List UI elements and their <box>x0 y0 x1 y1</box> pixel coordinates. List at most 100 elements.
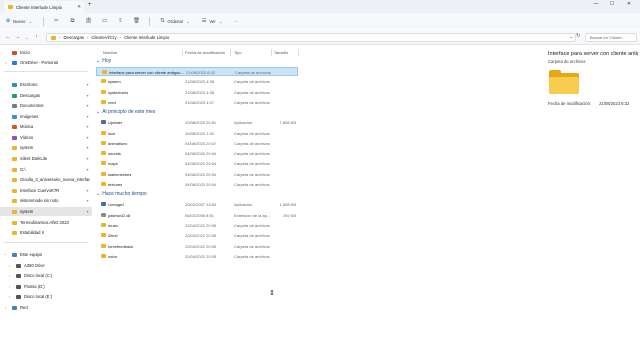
divider <box>4 242 88 243</box>
group-header[interactable]: ⌄ Al principio de este mes <box>96 109 155 115</box>
file-row[interactable]: cred 21/08/2023 4:37 Carpeta de archivos <box>96 98 298 107</box>
column-separator[interactable] <box>182 49 183 56</box>
share-icon[interactable]: ⇪ <box>117 18 123 24</box>
sidebar-item-red[interactable]: › Red <box>0 303 92 312</box>
maximize-button[interactable]: ☐ <box>606 1 618 7</box>
sort-button[interactable]: ⇅ Ordenar ⌄ <box>159 16 191 26</box>
sidebar-item-silent-darklite[interactable]: Silent DarkLite ✦ <box>0 154 92 163</box>
folder-icon <box>101 243 106 248</box>
refresh-icon[interactable]: ↻ <box>576 33 581 39</box>
sidebar-item-estabilidad[interactable]: Estabilidad II <box>0 228 92 237</box>
application-icon <box>101 202 106 207</box>
sidebar-item-interface-cuervoktr[interactable]: Interface CuervoKTR ✦ <box>0 186 92 195</box>
up-arrow-icon[interactable]: ↑ <box>35 34 38 40</box>
sidebar-item-descargas[interactable]: Descargas ✦ <box>0 91 92 100</box>
column-header-type[interactable]: Tipo <box>234 50 242 55</box>
group-label: Al principio de este mes <box>102 109 156 116</box>
sidebar-item-musica[interactable]: Música ✦ <box>0 122 92 131</box>
sidebar-item-label: Inicio <box>20 50 30 55</box>
sidebar-item-escritorio[interactable]: Escritorio ✦ <box>0 80 92 89</box>
file-name: music <box>108 222 119 228</box>
file-name: maps <box>108 161 118 167</box>
breadcrumb-item[interactable]: Descargas <box>63 35 84 40</box>
cut-icon[interactable]: ✂ <box>53 18 59 24</box>
delete-icon[interactable]: 🗑︎ <box>133 18 140 24</box>
group-header[interactable]: ⌄ Hoy <box>96 58 111 64</box>
new-tab-button[interactable]: + <box>88 2 92 8</box>
file-type: Carpeta de archivos <box>234 171 270 177</box>
chevron-down-icon[interactable]: ⌄ <box>96 191 100 197</box>
file-row[interactable]: lock 10/08/2023 1:32 Carpeta de archivos <box>96 129 298 138</box>
sidebar-item-onedrive[interactable]: › OneDrive - Personal <box>0 58 92 67</box>
chevron-down-icon: ⌄ <box>218 18 223 24</box>
file-row[interactable]: voice 22/04/2022 20:05 Carpeta de archivos <box>96 252 298 261</box>
sidebar-item-system-selected[interactable]: system ✦ <box>0 207 92 216</box>
file-row[interactable]: Updater 10/08/2023 20:51 Aplicación 7.898 K… <box>96 118 298 127</box>
sidebar-item-videos[interactable]: Vídeos ✦ <box>0 133 92 142</box>
file-row[interactable]: sounds 04/08/2023 20:04 Carpeta de archivo… <box>96 149 298 158</box>
back-arrow-icon[interactable]: ← <box>5 34 11 40</box>
forward-arrow-icon[interactable]: → <box>15 34 21 40</box>
more-options-button[interactable]: ··· <box>234 16 238 26</box>
chevron-right-icon[interactable]: › <box>9 284 10 289</box>
search-input[interactable]: Buscar en Cliente... <box>585 33 637 42</box>
file-type: Carpeta de archivos <box>234 253 270 259</box>
column-separator[interactable] <box>298 49 299 56</box>
file-row[interactable]: patchw32.dll 06/02/2006 8:51 Extensión de … <box>96 211 298 220</box>
chevron-right-icon[interactable]: › <box>9 263 10 268</box>
breadcrumb-item[interactable]: Cliente Interlude Limpio <box>124 35 169 40</box>
column-header-size[interactable]: Tamaño <box>274 50 288 55</box>
sidebar-item-sistemmode[interactable]: sistemmode sin noto ✦ <box>0 196 92 205</box>
column-separator[interactable] <box>271 49 272 56</box>
paste-icon[interactable]: 📋︎ <box>85 18 92 24</box>
column-header-name[interactable]: Nombre <box>103 50 117 55</box>
close-tab-icon[interactable]: ✕ <box>77 4 81 10</box>
view-button[interactable]: ☰ Ver ⌄ <box>201 16 223 26</box>
sidebar-item-gioulla[interactable]: Gioulla_3_aniversario_nueva_interface ✦ <box>0 175 92 184</box>
file-row[interactable]: staticmeshes 04/08/2023 20:04 Carpeta de a… <box>96 170 298 179</box>
sidebar-item-inicio[interactable]: Inicio <box>0 48 92 57</box>
chevron-right-icon[interactable]: › <box>9 294 10 299</box>
file-row[interactable]: system 21/08/2023 4:38 Carpeta de archivos <box>96 77 298 86</box>
file-row[interactable]: l2text 22/04/2022 20:05 Carpeta de archivo… <box>96 231 298 240</box>
chevron-down-icon[interactable]: ⌄ <box>96 109 100 115</box>
file-row[interactable]: systextures 21/08/2023 4:38 Carpeta de arc… <box>96 88 298 97</box>
address-bar[interactable]: › Descargas › ClienteVirCry › Cliente In… <box>46 33 576 42</box>
close-button[interactable]: ✕ <box>623 1 635 7</box>
sidebar-item-a380-drive[interactable]: › A380 Drive <box>0 261 92 270</box>
file-row[interactable]: forcefeedback 22/04/2022 20:05 Carpeta de … <box>96 242 298 251</box>
column-header-date[interactable]: Fecha de modificación <box>185 50 225 55</box>
copy-icon[interactable]: ⧉ <box>69 18 75 24</box>
address-dropdown-icon[interactable]: ⌄ <box>569 34 573 40</box>
window-tab[interactable]: Cliente Interlude Limpio ✕ <box>4 1 84 13</box>
new-button[interactable]: ⊕ Nuevo ⌄ <box>5 16 33 26</box>
recent-chevron-icon[interactable]: ⌄ <box>25 35 28 40</box>
column-separator[interactable] <box>230 49 231 56</box>
file-row[interactable]: Lineage2 20/02/2007 13:00 Aplicación 1.508 … <box>96 200 298 209</box>
rename-icon[interactable]: ▭ <box>101 18 107 24</box>
sidebar-item-imagenes[interactable]: Imágenes ✦ <box>0 112 92 121</box>
sidebar-item-termodinamica[interactable]: Termodinamica AÑO 2023 <box>0 218 92 227</box>
file-row[interactable]: animations 04/08/2023 20:07 Carpeta de arc… <box>96 139 298 148</box>
file-row[interactable]: Interface para server con cliente antigu… <box>96 67 298 76</box>
chevron-right-icon[interactable]: › <box>5 305 6 310</box>
chevron-down-icon[interactable]: ⌄ <box>96 58 100 64</box>
sidebar-item-flamia-d[interactable]: › Flamia (D:) <box>0 282 92 291</box>
file-type: Carpeta de archivos <box>234 89 270 95</box>
pin-icon: ✦ <box>86 114 89 119</box>
chevron-right-icon[interactable]: › <box>9 273 10 278</box>
minimize-button[interactable]: — <box>590 1 602 7</box>
sidebar-item-documentos[interactable]: Documentos ✦ <box>0 101 92 110</box>
breadcrumb-item[interactable]: ClienteVirCry <box>91 35 116 40</box>
chevron-down-icon[interactable]: › <box>3 254 8 255</box>
sidebar-item-este-equipo[interactable]: › Este equipo <box>0 250 92 259</box>
sidebar-item-g-drive[interactable]: G:\ ✦ <box>0 165 92 174</box>
sidebar-item-system[interactable]: system ✦ <box>0 143 92 152</box>
file-row[interactable]: music 22/04/2022 20:05 Carpeta de archivos <box>96 221 298 230</box>
file-row[interactable]: textures 04/08/2023 20:04 Carpeta de archi… <box>96 180 298 189</box>
file-row[interactable]: maps 04/08/2023 20:04 Carpeta de archivos <box>96 159 298 168</box>
group-header[interactable]: ⌄ Hace mucho tiempo <box>96 191 147 197</box>
sidebar-item-disco-e[interactable]: › Disco local (E:) <box>0 292 92 301</box>
chevron-right-icon[interactable]: › <box>5 60 6 65</box>
sidebar-item-disco-c[interactable]: › Disco local (C:) <box>0 271 92 280</box>
